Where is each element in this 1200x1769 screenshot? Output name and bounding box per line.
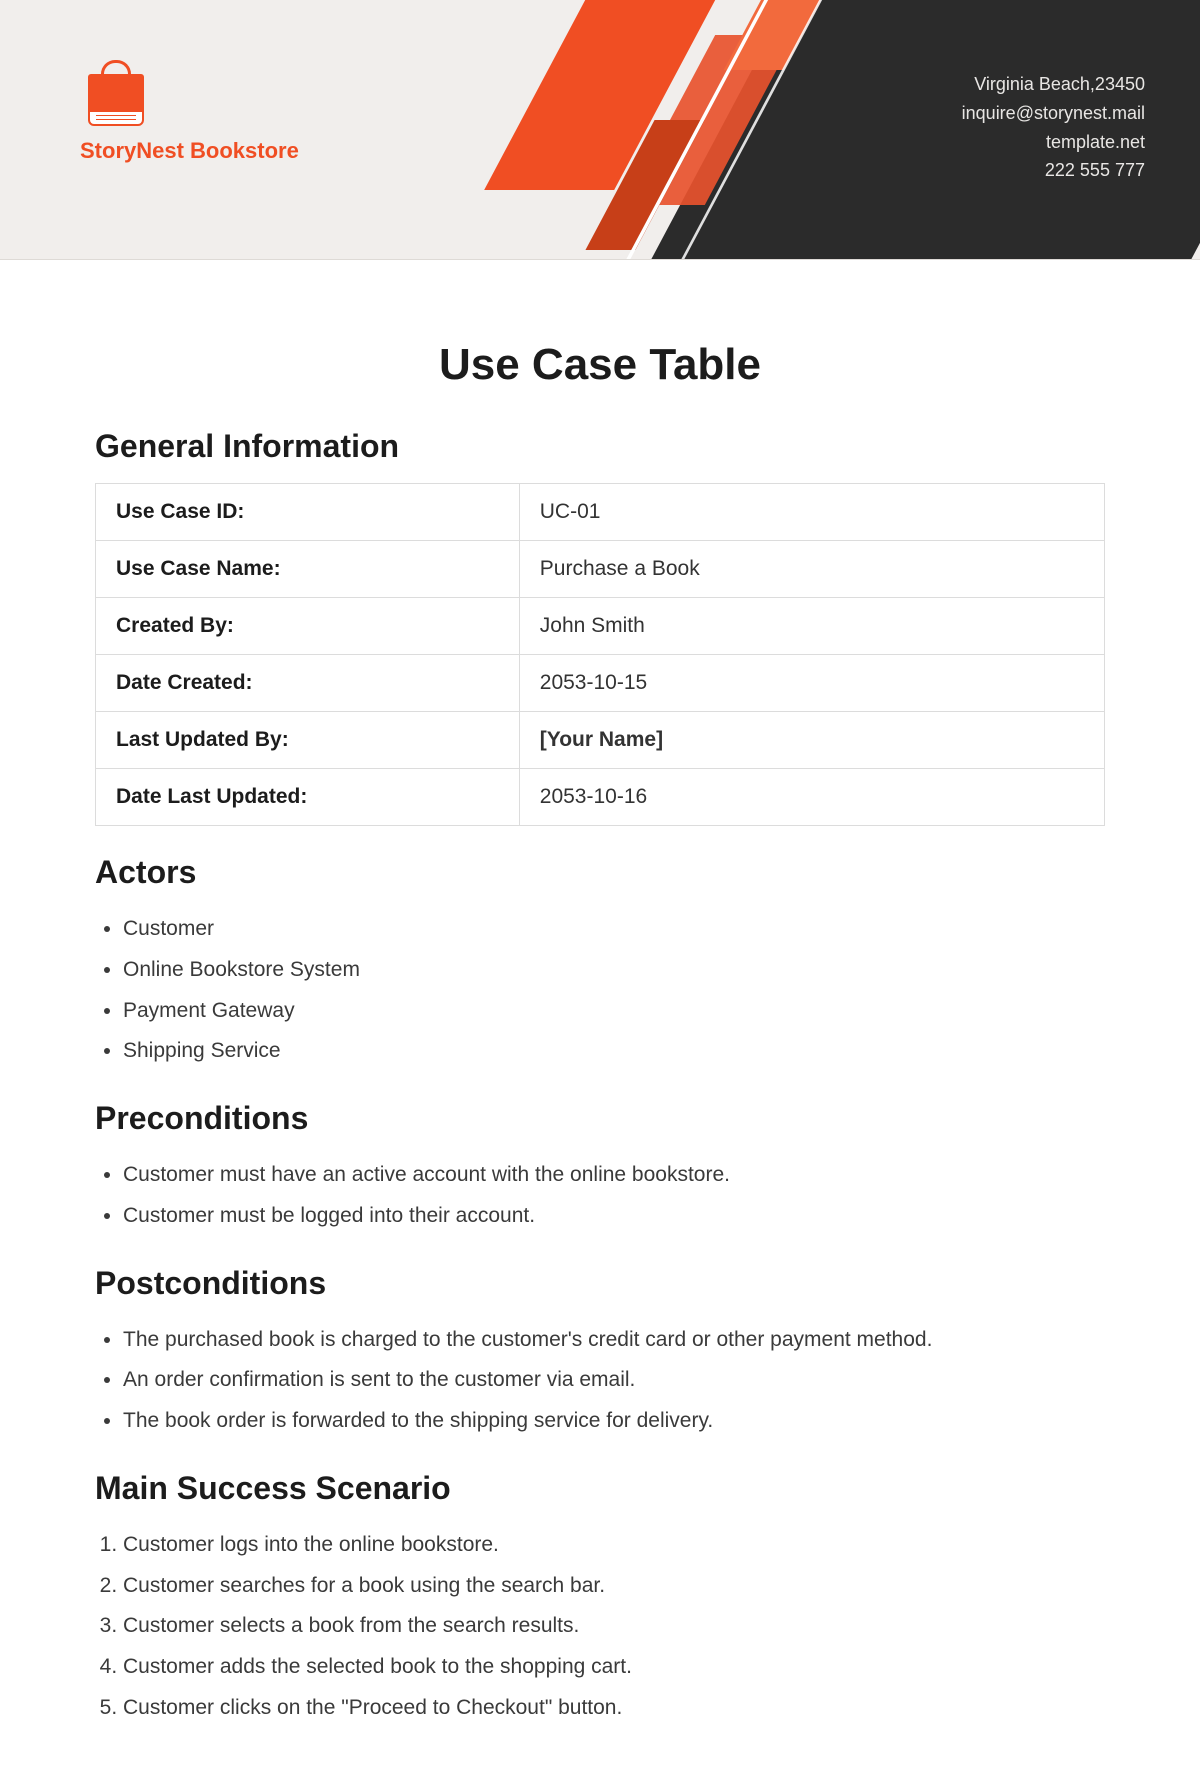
list-item: Customer logs into the online bookstore.	[123, 1525, 1105, 1566]
list-item: Customer must have an active account wit…	[123, 1155, 1105, 1196]
preconditions-list: Customer must have an active account wit…	[95, 1155, 1105, 1237]
document-header: StoryNest Bookstore Virginia Beach,23450…	[0, 0, 1200, 260]
list-item: The purchased book is charged to the cus…	[123, 1320, 1105, 1361]
list-item: Payment Gateway	[123, 991, 1105, 1032]
table-row: Date Last Updated:2053-10-16	[96, 769, 1105, 826]
contact-site: template.net	[962, 128, 1145, 157]
list-item: The book order is forwarded to the shipp…	[123, 1401, 1105, 1442]
table-key: Last Updated By:	[96, 712, 520, 769]
actors-list: CustomerOnline Bookstore SystemPayment G…	[95, 909, 1105, 1072]
section-heading-postconditions: Postconditions	[95, 1265, 1105, 1302]
list-item: Shipping Service	[123, 1031, 1105, 1072]
section-heading-preconditions: Preconditions	[95, 1100, 1105, 1137]
list-item: Online Bookstore System	[123, 950, 1105, 991]
table-key: Date Created:	[96, 655, 520, 712]
section-heading-general-info: General Information	[95, 428, 1105, 465]
list-item: Customer	[123, 909, 1105, 950]
table-value: 2053-10-15	[519, 655, 1104, 712]
table-key: Date Last Updated:	[96, 769, 520, 826]
list-item: Customer clicks on the "Proceed to Check…	[123, 1688, 1105, 1729]
list-item: Customer searches for a book using the s…	[123, 1566, 1105, 1607]
table-value: Purchase a Book	[519, 541, 1104, 598]
bookstore-bag-icon	[80, 60, 160, 130]
section-heading-main-success: Main Success Scenario	[95, 1470, 1105, 1507]
table-value: John Smith	[519, 598, 1104, 655]
list-item: An order confirmation is sent to the cus…	[123, 1360, 1105, 1401]
list-item: Customer adds the selected book to the s…	[123, 1647, 1105, 1688]
list-item: Customer selects a book from the search …	[123, 1606, 1105, 1647]
contact-phone: 222 555 777	[962, 156, 1145, 185]
table-value: UC-01	[519, 484, 1104, 541]
table-row: Created By:John Smith	[96, 598, 1105, 655]
page-title: Use Case Table	[95, 340, 1105, 390]
table-key: Use Case Name:	[96, 541, 520, 598]
postconditions-list: The purchased book is charged to the cus…	[95, 1320, 1105, 1442]
main-success-list: Customer logs into the online bookstore.…	[95, 1525, 1105, 1729]
list-item: Customer must be logged into their accou…	[123, 1196, 1105, 1237]
contact-block: Virginia Beach,23450 inquire@storynest.m…	[962, 70, 1145, 185]
general-info-table: Use Case ID:UC-01Use Case Name:Purchase …	[95, 483, 1105, 826]
logo-text: StoryNest Bookstore	[80, 138, 299, 164]
table-key: Created By:	[96, 598, 520, 655]
logo-block: StoryNest Bookstore	[80, 60, 299, 164]
contact-address: Virginia Beach,23450	[962, 70, 1145, 99]
document-body: Use Case Table General Information Use C…	[0, 260, 1200, 1769]
table-value: [Your Name]	[519, 712, 1104, 769]
table-row: Use Case ID:UC-01	[96, 484, 1105, 541]
table-row: Date Created:2053-10-15	[96, 655, 1105, 712]
table-key: Use Case ID:	[96, 484, 520, 541]
section-heading-actors: Actors	[95, 854, 1105, 891]
table-value: 2053-10-16	[519, 769, 1104, 826]
table-row: Last Updated By:[Your Name]	[96, 712, 1105, 769]
table-row: Use Case Name:Purchase a Book	[96, 541, 1105, 598]
contact-email: inquire@storynest.mail	[962, 99, 1145, 128]
